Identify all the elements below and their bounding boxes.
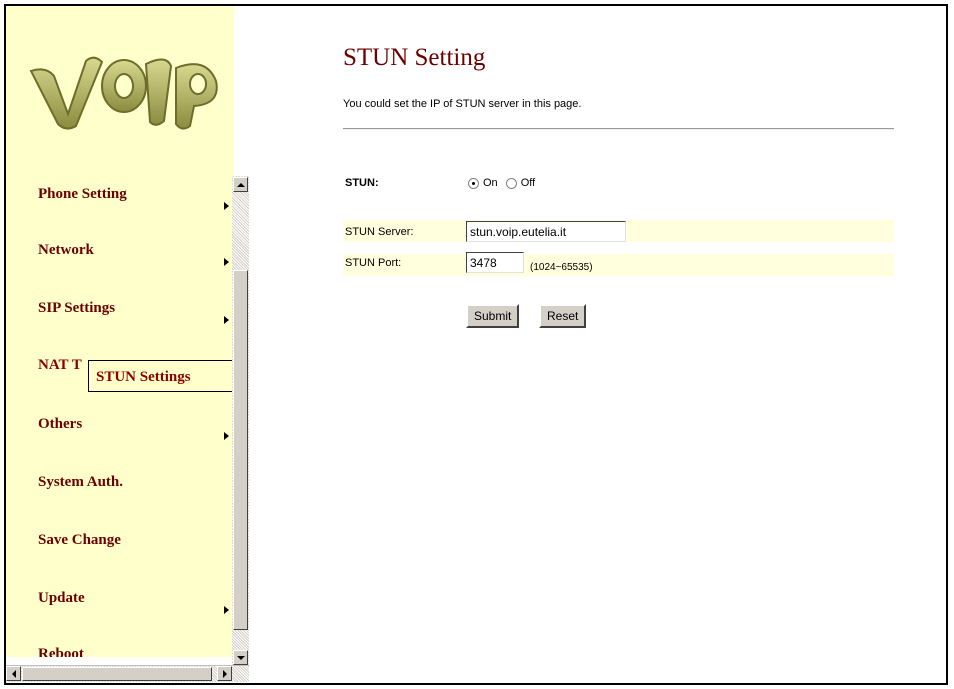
- stun-port-row: [343, 254, 894, 276]
- page-title: STUN Setting: [343, 44, 486, 71]
- submit-button[interactable]: Submit: [466, 304, 520, 328]
- submenu-arrow-icon: [224, 316, 229, 324]
- stun-on-radio[interactable]: [468, 177, 479, 189]
- sidebar-item-others[interactable]: Others: [38, 416, 82, 433]
- stun-radio-group: On Off: [468, 177, 535, 189]
- submenu-item-stun-settings[interactable]: STUN Settings: [88, 360, 234, 392]
- reset-button[interactable]: Reset: [539, 304, 587, 328]
- submenu-arrow-icon: [224, 606, 229, 614]
- scroll-up-button[interactable]: [233, 177, 248, 192]
- vertical-scroll-thumb[interactable]: [233, 270, 248, 630]
- stun-port-input[interactable]: [466, 252, 524, 273]
- stun-label: STUN:: [345, 177, 379, 189]
- stun-on-label: On: [483, 177, 498, 189]
- arrow-up-icon: [236, 182, 245, 187]
- sidebar-item-network[interactable]: Network: [38, 242, 94, 259]
- horizontal-scroll-thumb[interactable]: [22, 667, 212, 681]
- scroll-right-button[interactable]: [217, 666, 232, 681]
- arrow-right-icon: [222, 669, 227, 678]
- sidebar-item-phone-setting[interactable]: Phone Setting: [38, 186, 127, 203]
- stun-port-label: STUN Port:: [345, 257, 402, 269]
- stun-server-input[interactable]: [466, 221, 626, 242]
- stun-server-label: STUN Server:: [345, 226, 414, 238]
- stun-off-radio[interactable]: [505, 177, 517, 189]
- page-description: You could set the IP of STUN server in t…: [343, 98, 582, 110]
- sidebar-item-update[interactable]: Update: [38, 590, 85, 607]
- scroll-down-button[interactable]: [233, 650, 248, 665]
- stun-off-label: Off: [520, 177, 536, 189]
- stun-port-range: (1024~65535): [530, 262, 593, 273]
- scroll-left-button[interactable]: [6, 666, 21, 681]
- sidebar-item-save-change[interactable]: Save Change: [38, 532, 121, 549]
- submenu-arrow-icon: [224, 202, 229, 210]
- submenu-arrow-icon: [224, 258, 229, 266]
- sidebar-item-system-auth[interactable]: System Auth.: [38, 474, 123, 491]
- sidebar-item-sip-settings[interactable]: SIP Settings: [38, 300, 115, 317]
- divider: [343, 128, 894, 130]
- sidebar-item-reboot[interactable]: Reboot: [38, 646, 84, 657]
- voip-logo: [29, 56, 218, 130]
- arrow-left-icon: [11, 669, 16, 678]
- sidebar: Phone Setting Network SIP Settings NAT T…: [6, 6, 234, 657]
- sidebar-item-nat-traversal[interactable]: NAT T: [38, 357, 82, 374]
- submenu-arrow-icon: [224, 432, 229, 440]
- arrow-down-icon: [236, 655, 245, 660]
